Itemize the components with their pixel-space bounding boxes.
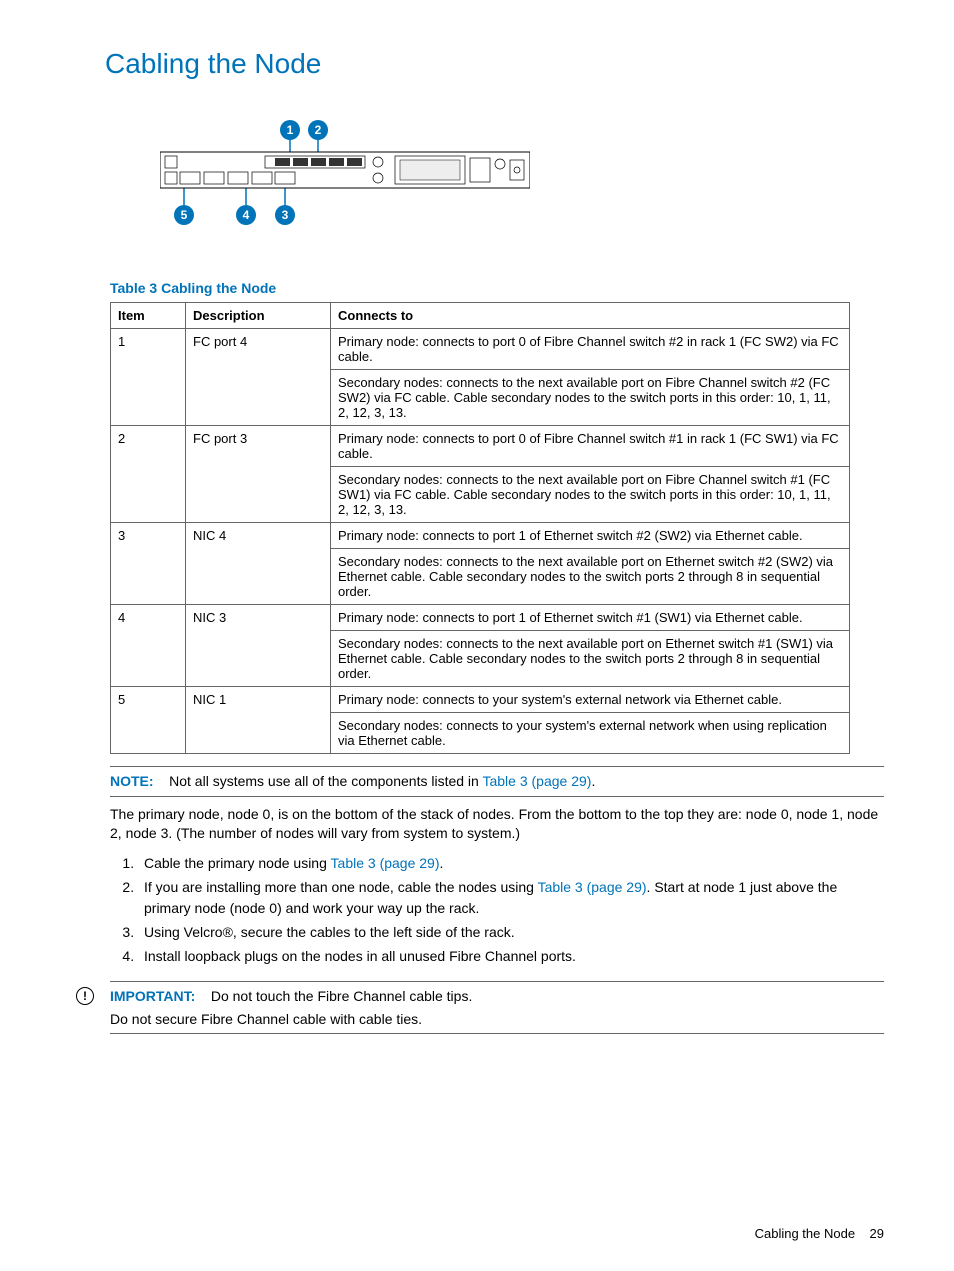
callout-2: 2	[308, 120, 328, 140]
callout-5: 5	[174, 205, 194, 225]
cell-connects-to: Secondary nodes: connects to the next av…	[331, 631, 850, 687]
cell-connects-to: Secondary nodes: connects to the next av…	[331, 467, 850, 523]
important-line2: Do not secure Fibre Channel cable with c…	[110, 1010, 884, 1029]
important-line1: Do not touch the Fibre Channel cable tip…	[211, 988, 473, 1004]
important-icon: !	[76, 987, 94, 1005]
list-item: Using Velcro®, secure the cables to the …	[138, 922, 884, 943]
table-row: 1FC port 4Primary node: connects to port…	[111, 329, 850, 370]
important-label: IMPORTANT:	[110, 988, 195, 1004]
list-item: Cable the primary node using Table 3 (pa…	[138, 853, 884, 874]
step-link[interactable]: Table 3 (page 29)	[331, 855, 440, 871]
cell-connects-to: Secondary nodes: connects to the next av…	[331, 549, 850, 605]
note-text-after: .	[591, 773, 595, 789]
page-title: Cabling the Node	[70, 48, 884, 80]
note-block: NOTE: Not all systems use all of the com…	[110, 766, 884, 797]
callout-3: 3	[275, 205, 295, 225]
callout-4: 4	[236, 205, 256, 225]
step-list: Cable the primary node using Table 3 (pa…	[110, 853, 884, 967]
cell-connects-to: Primary node: connects to port 1 of Ethe…	[331, 605, 850, 631]
cell-description: NIC 3	[186, 605, 331, 687]
cell-item: 5	[111, 687, 186, 754]
cell-connects-to: Secondary nodes: connects to your system…	[331, 713, 850, 754]
table-row: 4NIC 3Primary node: connects to port 1 o…	[111, 605, 850, 631]
page-footer: Cabling the Node 29	[755, 1226, 884, 1241]
table-header-description: Description	[186, 303, 331, 329]
cell-connects-to: Secondary nodes: connects to the next av…	[331, 370, 850, 426]
list-item: If you are installing more than one node…	[138, 877, 884, 919]
table-header-connects-to: Connects to	[331, 303, 850, 329]
note-link[interactable]: Table 3 (page 29)	[482, 773, 591, 789]
cell-connects-to: Primary node: connects to port 1 of Ethe…	[331, 523, 850, 549]
body-paragraph: The primary node, node 0, is on the bott…	[110, 805, 884, 843]
table-row: 2FC port 3Primary node: connects to port…	[111, 426, 850, 467]
important-block: IMPORTANT: Do not touch the Fibre Channe…	[110, 981, 884, 1035]
callout-1: 1	[280, 120, 300, 140]
table-row: 3NIC 4Primary node: connects to port 1 o…	[111, 523, 850, 549]
cell-item: 3	[111, 523, 186, 605]
cell-connects-to: Primary node: connects to port 0 of Fibr…	[331, 426, 850, 467]
cell-connects-to: Primary node: connects to port 0 of Fibr…	[331, 329, 850, 370]
table-row: 5NIC 1Primary node: connects to your sys…	[111, 687, 850, 713]
table-header-item: Item	[111, 303, 186, 329]
note-text-before: Not all systems use all of the component…	[169, 773, 482, 789]
cell-connects-to: Primary node: connects to your system's …	[331, 687, 850, 713]
cell-description: FC port 3	[186, 426, 331, 523]
cell-item: 1	[111, 329, 186, 426]
table-title: Table 3 Cabling the Node	[70, 280, 884, 296]
footer-page-num: 29	[870, 1226, 884, 1241]
hardware-diagram: 1 2 3 4 5	[70, 120, 884, 230]
note-label: NOTE:	[110, 773, 154, 789]
cell-description: NIC 1	[186, 687, 331, 754]
cell-description: NIC 4	[186, 523, 331, 605]
footer-section: Cabling the Node	[755, 1226, 855, 1241]
list-item: Install loopback plugs on the nodes in a…	[138, 946, 884, 967]
cabling-table: Item Description Connects to 1FC port 4P…	[110, 302, 850, 754]
cell-item: 4	[111, 605, 186, 687]
cell-description: FC port 4	[186, 329, 331, 426]
step-link[interactable]: Table 3 (page 29)	[538, 879, 647, 895]
cell-item: 2	[111, 426, 186, 523]
